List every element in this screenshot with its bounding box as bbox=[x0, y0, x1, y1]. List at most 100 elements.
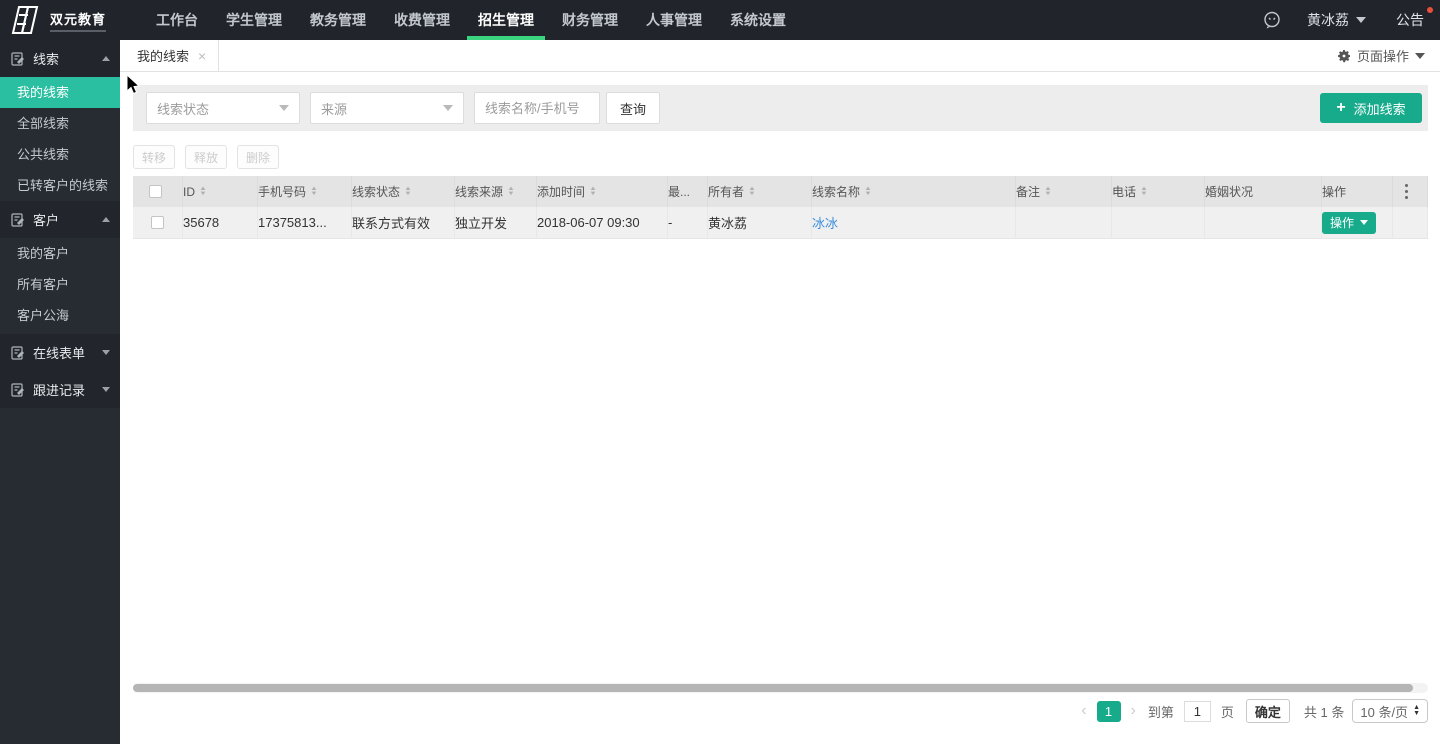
next-page-icon[interactable]: › bbox=[1125, 702, 1142, 720]
col-id[interactable]: ID ▲ ▼ bbox=[183, 176, 258, 207]
nav-item-academic[interactable]: 教务管理 bbox=[296, 0, 380, 40]
select-all-checkbox[interactable] bbox=[149, 185, 162, 198]
keyword-input[interactable] bbox=[474, 92, 600, 124]
column-settings-icon[interactable] bbox=[1405, 183, 1408, 201]
chevron-down-icon bbox=[1360, 220, 1369, 225]
col-settings bbox=[1393, 176, 1428, 207]
col-actions: 操作 bbox=[1322, 176, 1393, 207]
sidebar-item-my-leads[interactable]: 我的线索 bbox=[0, 77, 120, 108]
sidebar-group-online-forms[interactable]: 在线表单 bbox=[0, 334, 120, 371]
gear-icon bbox=[1337, 49, 1351, 62]
sidebar-group-leads[interactable]: 线索 bbox=[0, 40, 120, 77]
goto-page-input[interactable] bbox=[1183, 700, 1211, 722]
notification-dot bbox=[1427, 7, 1433, 13]
close-icon[interactable]: × bbox=[198, 49, 206, 63]
source-select[interactable]: 来源 bbox=[310, 92, 464, 124]
nav-item-fees[interactable]: 收费管理 bbox=[380, 0, 464, 40]
sidebar-group-customers[interactable]: 客户 bbox=[0, 201, 120, 238]
sort-icon[interactable]: ▲ ▼ bbox=[589, 186, 597, 197]
prev-page-icon[interactable]: ‹ bbox=[1075, 702, 1092, 720]
cell-marital bbox=[1205, 207, 1322, 238]
col-actions-label: 操作 bbox=[1322, 185, 1347, 199]
chevron-down-icon bbox=[443, 105, 453, 111]
add-lead-button[interactable]: + 添加线索 bbox=[1320, 93, 1422, 123]
delete-button[interactable]: 删除 bbox=[237, 145, 279, 169]
release-button[interactable]: 释放 bbox=[185, 145, 227, 169]
nav-item-finance[interactable]: 财务管理 bbox=[548, 0, 632, 40]
lead-status-select[interactable]: 线索状态 bbox=[146, 92, 300, 124]
sidebar-item-customer-pool[interactable]: 客户公海 bbox=[0, 300, 120, 331]
nav-item-admissions[interactable]: 招生管理 bbox=[464, 0, 548, 40]
row-action-button[interactable]: 操作 bbox=[1322, 211, 1377, 234]
collapse-caret-icon bbox=[102, 56, 110, 61]
row-checkbox[interactable] bbox=[151, 216, 164, 229]
col-lead-name[interactable]: 线索名称 ▲ ▼ bbox=[812, 176, 1016, 207]
sort-icon[interactable]: ▲ ▼ bbox=[1140, 186, 1148, 197]
col-lead-status[interactable]: 线索状态 ▲ ▼ bbox=[352, 176, 455, 207]
sidebar-item-my-customers[interactable]: 我的客户 bbox=[0, 238, 120, 269]
plus-icon: + bbox=[1336, 99, 1346, 116]
page-actions-menu[interactable]: 页面操作 bbox=[1337, 40, 1440, 71]
transfer-button[interactable]: 转移 bbox=[133, 145, 175, 169]
source-select-value: 来源 bbox=[321, 101, 348, 117]
search-button[interactable]: 查询 bbox=[606, 92, 660, 124]
col-lead-source[interactable]: 线索来源 ▲ ▼ bbox=[455, 176, 537, 207]
col-owner[interactable]: 所有者 ▲ ▼ bbox=[708, 176, 812, 207]
chevron-down-icon bbox=[1356, 17, 1366, 23]
tab-my-leads[interactable]: 我的线索 × bbox=[120, 40, 220, 71]
sidebar-item-converted-leads[interactable]: 已转客户的线索 bbox=[0, 170, 120, 201]
sort-icon[interactable]: ▲ ▼ bbox=[1044, 186, 1052, 197]
sidebar-item-public-leads[interactable]: 公共线索 bbox=[0, 139, 120, 170]
lead-status-select-value: 线索状态 bbox=[157, 101, 210, 117]
sort-icon[interactable]: ▲ ▼ bbox=[199, 186, 207, 197]
sort-icon[interactable]: ▲ ▼ bbox=[404, 186, 412, 197]
form-edit-icon bbox=[11, 51, 24, 66]
nav-item-settings[interactable]: 系统设置 bbox=[716, 0, 800, 40]
nav-item-workbench[interactable]: 工作台 bbox=[142, 0, 212, 40]
user-menu[interactable]: 黄冰荔 bbox=[1307, 10, 1366, 30]
sidebar-group-followups[interactable]: 跟进记录 bbox=[0, 371, 120, 408]
cell-remark bbox=[1016, 207, 1112, 238]
cell-tel bbox=[1112, 207, 1205, 238]
horizontal-scrollbar-track[interactable] bbox=[133, 683, 1428, 693]
sidebar: 线索 我的线索 全部线索 公共线索 已转客户的线索 客户 我的客户 所有客户 客… bbox=[0, 40, 120, 744]
sort-icon[interactable]: ▲ ▼ bbox=[507, 186, 515, 197]
lead-name-link[interactable]: 冰冰 bbox=[812, 213, 838, 232]
horizontal-scrollbar-thumb[interactable] bbox=[133, 684, 1413, 692]
col-lead-source-label: 线索来源 bbox=[455, 185, 504, 199]
chevron-down-icon bbox=[1415, 52, 1425, 59]
sidebar-item-all-leads[interactable]: 全部线索 bbox=[0, 108, 120, 139]
user-name: 黄冰荔 bbox=[1307, 12, 1349, 28]
col-owner-label: 所有者 bbox=[708, 185, 745, 199]
col-phone[interactable]: 手机号码 ▲ ▼ bbox=[258, 176, 352, 207]
nav-item-students[interactable]: 学生管理 bbox=[212, 0, 296, 40]
sidebar-group-followups-label: 跟进记录 bbox=[33, 383, 86, 398]
topbar: 双元教育 工作台 学生管理 教务管理 收费管理 招生管理 财务管理 人事管理 系… bbox=[0, 0, 1440, 40]
page-1-button[interactable]: 1 bbox=[1096, 700, 1121, 722]
sidebar-item-all-customers[interactable]: 所有客户 bbox=[0, 269, 120, 300]
announcement-link[interactable]: 公告 bbox=[1396, 7, 1433, 30]
tab-bar: 我的线索 × 页面操作 bbox=[120, 40, 1440, 72]
sort-icon[interactable]: ▲ ▼ bbox=[864, 186, 872, 197]
expand-caret-icon bbox=[102, 350, 110, 355]
col-added-time[interactable]: 添加时间 ▲ ▼ bbox=[537, 176, 668, 207]
topbar-right: 黄冰荔 公告 bbox=[1263, 7, 1440, 30]
brand-name: 双元教育 bbox=[50, 11, 107, 27]
chat-icon[interactable] bbox=[1263, 11, 1281, 29]
sort-icon[interactable]: ▲ ▼ bbox=[310, 186, 318, 197]
goto-label: 到第 bbox=[1147, 704, 1174, 720]
sort-icon[interactable]: ▲ ▼ bbox=[748, 186, 756, 197]
sidebar-group-customers-label: 客户 bbox=[33, 213, 60, 228]
page-size-value: 10 条/页 bbox=[1360, 704, 1409, 720]
sidebar-group-online-forms-label: 在线表单 bbox=[33, 346, 86, 361]
nav-item-hr[interactable]: 人事管理 bbox=[632, 0, 716, 40]
spinner-arrows-icon: ▲ ▼ bbox=[1413, 704, 1420, 717]
form-edit-icon bbox=[11, 382, 24, 397]
page-size-select[interactable]: 10 条/页 ▲ ▼ bbox=[1352, 699, 1428, 723]
cell-actions: 操作 bbox=[1322, 207, 1393, 238]
col-remark[interactable]: 备注 ▲ ▼ bbox=[1016, 176, 1112, 207]
col-remark-label: 备注 bbox=[1016, 185, 1041, 199]
page-content: 线索状态 来源 查询 + 添加线索 转移 释放 删除 ID ▲▼ bbox=[120, 72, 1440, 743]
confirm-button[interactable]: 确定 bbox=[1245, 699, 1290, 723]
col-tel[interactable]: 电话 ▲ ▼ bbox=[1112, 176, 1205, 207]
